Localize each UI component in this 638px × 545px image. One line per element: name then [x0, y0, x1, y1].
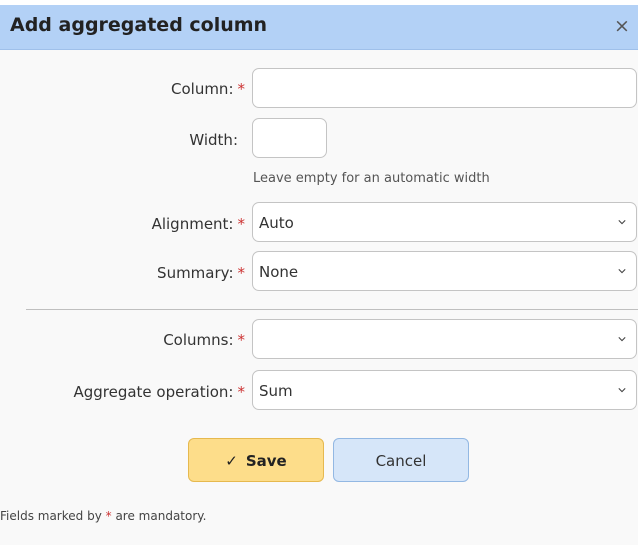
save-button-label: Save: [245, 452, 287, 470]
dialog-header: Add aggregated column ×: [0, 5, 638, 50]
chevron-down-icon: [618, 220, 626, 225]
dialog-title: Add aggregated column: [10, 14, 268, 36]
columns-label-text: Columns:: [163, 331, 234, 349]
required-marker: *: [237, 331, 246, 349]
summary-select-value: None: [259, 263, 299, 281]
width-label-text: Width:: [189, 131, 238, 149]
aggregate-operation-label-text: Aggregate operation:: [73, 383, 234, 401]
cancel-button[interactable]: Cancel: [333, 438, 469, 482]
mandatory-note: Fields marked by * are mandatory.: [0, 509, 206, 523]
close-icon[interactable]: ×: [612, 15, 632, 37]
chevron-down-icon: [618, 337, 626, 342]
aggregate-operation-select-value: Sum: [259, 382, 293, 400]
required-marker: *: [105, 509, 112, 523]
summary-label-text: Summary:: [157, 264, 234, 282]
alignment-select-value: Auto: [259, 214, 294, 232]
alignment-select[interactable]: Auto: [252, 202, 637, 242]
mandatory-note-suffix: are mandatory.: [115, 509, 207, 523]
columns-select[interactable]: [252, 319, 637, 359]
chevron-down-icon: [618, 388, 626, 393]
aggregate-operation-select[interactable]: Sum: [252, 370, 637, 410]
aggregate-operation-label: Aggregate operation: *: [73, 383, 245, 401]
column-label: Column: *: [171, 80, 245, 98]
mandatory-note-prefix: Fields marked by: [0, 509, 102, 523]
required-marker: *: [237, 264, 246, 282]
required-marker: *: [237, 383, 246, 401]
width-hint: Leave empty for an automatic width: [253, 171, 490, 186]
width-label: Width:: [189, 131, 238, 149]
alignment-label-text: Alignment:: [151, 215, 234, 233]
save-button[interactable]: ✓ Save: [188, 438, 324, 482]
required-marker: *: [237, 215, 246, 233]
check-icon: ✓: [225, 452, 238, 470]
width-input[interactable]: [252, 118, 327, 158]
summary-select[interactable]: None: [252, 251, 637, 291]
required-marker: *: [237, 80, 246, 98]
columns-label: Columns: *: [163, 331, 245, 349]
section-divider: [26, 309, 638, 310]
column-input[interactable]: [252, 68, 637, 108]
cancel-button-label: Cancel: [375, 452, 427, 470]
column-label-text: Column:: [171, 80, 234, 98]
summary-label: Summary: *: [157, 264, 245, 282]
alignment-label: Alignment: *: [152, 215, 245, 233]
chevron-down-icon: [618, 269, 626, 274]
